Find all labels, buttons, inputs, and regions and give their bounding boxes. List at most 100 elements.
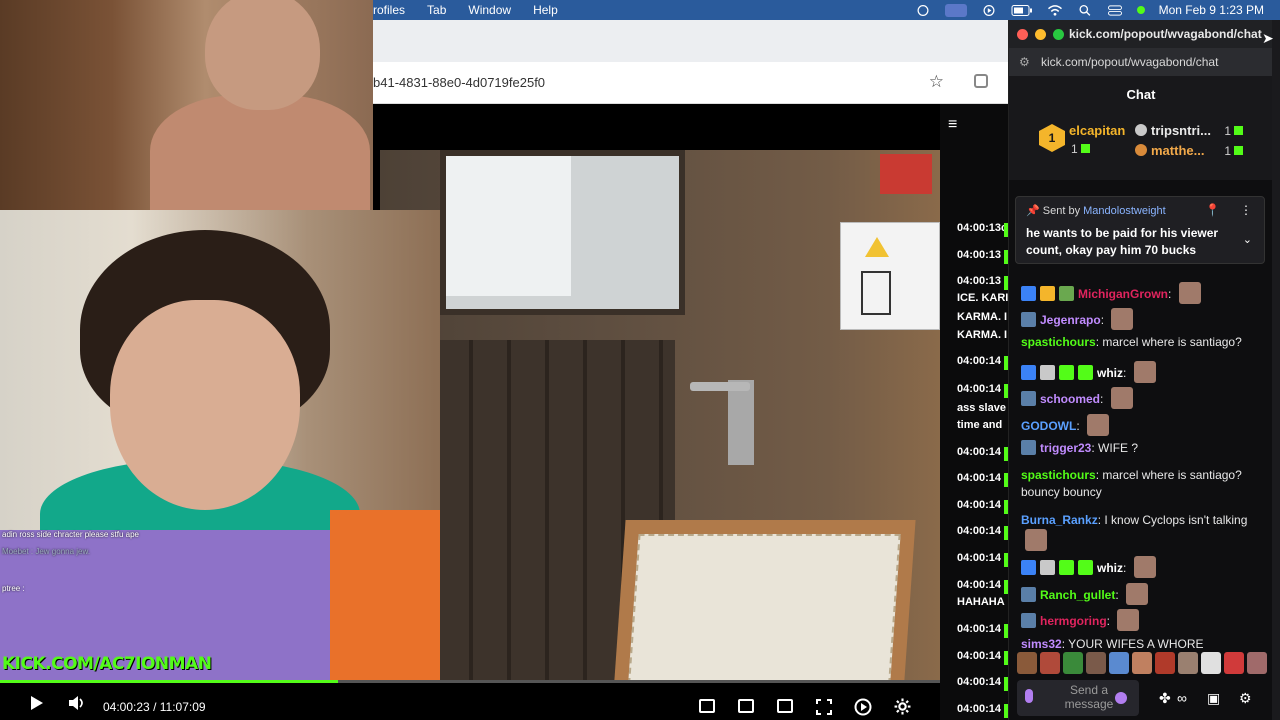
chat-message[interactable]: GODOWL:	[1021, 414, 1263, 436]
clip-icon[interactable]	[738, 699, 754, 713]
chat-username[interactable]: MichiganGrown	[1078, 287, 1168, 301]
chat-message[interactable]: sims32: YOUR WIFES A WHORE	[1021, 636, 1263, 653]
chat-username[interactable]: schoomed	[1040, 392, 1100, 406]
gift-icon	[1080, 144, 1090, 153]
quick-emote-icon[interactable]	[1155, 652, 1175, 674]
miniplayer-icon[interactable]	[699, 699, 715, 713]
quick-emote-icon[interactable]	[1086, 652, 1106, 674]
more-options-icon[interactable]: ⋮	[1240, 203, 1252, 217]
popout-url[interactable]: kick.com/popout/wvagabond/chat	[1041, 55, 1218, 69]
emote-picker-icon[interactable]	[1115, 692, 1127, 704]
menu-tab[interactable]: Tab	[427, 3, 446, 17]
chat-username[interactable]: spastichours	[1021, 468, 1096, 482]
chat-popout-window: kick.com/popout/wvagabond/chat ⚙ kick.co…	[1008, 20, 1272, 720]
quick-emote-icon[interactable]	[1109, 652, 1129, 674]
leaderboard-first-name[interactable]: elcapitan	[1069, 123, 1125, 138]
play-circle-icon[interactable]	[981, 4, 997, 17]
maximize-window-icon[interactable]	[1053, 29, 1064, 40]
window-edge	[1272, 20, 1280, 720]
chat-username[interactable]: Ranch_gullet	[1040, 588, 1115, 602]
chat-message[interactable]: Jegenrapo:	[1021, 308, 1263, 330]
chat-message[interactable]: spastichours: marcel where is santiago? …	[1021, 467, 1263, 501]
quick-emote-icon[interactable]	[1017, 652, 1037, 674]
volume-icon[interactable]	[68, 695, 86, 711]
chat-message[interactable]: whiz:	[1021, 556, 1263, 578]
browser-address-bar[interactable]: b41-4831-88e0-4d0719fe25f0 ☆	[373, 62, 1008, 104]
pin-icon[interactable]: 📍	[1205, 203, 1220, 217]
chat-username[interactable]: GODOWL	[1021, 419, 1076, 433]
battery-icon[interactable]	[1011, 4, 1033, 17]
chat-input-placeholder: Send a message	[1064, 683, 1114, 711]
chevron-down-icon[interactable]: ⌄	[1243, 233, 1252, 246]
user-badge-icon	[1040, 286, 1055, 301]
screen-mirroring-icon[interactable]	[944, 3, 967, 17]
chat-username[interactable]: whiz	[1097, 561, 1123, 575]
quick-emote-icon[interactable]	[1224, 652, 1244, 674]
gift-icon	[1234, 146, 1243, 155]
replay-chat-row: HAHAHA	[957, 596, 1005, 608]
popout-address-bar[interactable]: ⚙ kick.com/popout/wvagabond/chat	[1009, 48, 1272, 76]
site-settings-icon[interactable]: ⚙	[1019, 55, 1030, 69]
chat-message[interactable]: whiz:	[1021, 361, 1263, 383]
settings-gear-icon[interactable]	[894, 698, 911, 715]
second-place-medal-icon	[1135, 124, 1147, 136]
quick-emote-icon[interactable]	[1040, 652, 1060, 674]
user-badge-icon	[1059, 365, 1074, 380]
status-dot-icon	[1136, 6, 1145, 14]
chat-message[interactable]: hermgoring:	[1021, 609, 1263, 631]
chat-message[interactable]: MichiganGrown:	[1021, 282, 1263, 304]
quick-emote-icon[interactable]	[1178, 652, 1198, 674]
gift-icon	[1234, 126, 1243, 135]
replay-chat-row: 04:00:14	[957, 623, 1002, 635]
wifi-icon[interactable]	[1047, 4, 1063, 17]
chat-username[interactable]: whiz	[1097, 366, 1123, 380]
chat-collapse-icon[interactable]: ≡	[948, 116, 957, 134]
menu-window[interactable]: Window	[468, 3, 511, 17]
menu-profiles[interactable]: rofiles	[373, 3, 405, 17]
mic-icon[interactable]	[1025, 689, 1033, 703]
quick-emote-icon[interactable]	[1132, 652, 1152, 674]
chat-username[interactable]: Burna_Rankz	[1021, 513, 1098, 527]
auto-play-icon[interactable]	[854, 698, 872, 716]
chat-username[interactable]: hermgoring	[1040, 614, 1107, 628]
infinity-icon[interactable]: ∞	[1177, 690, 1187, 706]
chat-message[interactable]: schoomed:	[1021, 387, 1263, 409]
minimize-window-icon[interactable]	[1035, 29, 1046, 40]
fullscreen-icon[interactable]	[816, 699, 832, 715]
close-window-icon[interactable]	[1017, 29, 1028, 40]
leaderboard-third[interactable]: matthe...	[1135, 143, 1204, 158]
pinned-message[interactable]: 📌 Sent by Mandolostweight 📍 ⋮ he wants t…	[1015, 196, 1265, 264]
gift-sub-icon[interactable]: ✤	[1159, 690, 1171, 707]
menu-help[interactable]: Help	[533, 3, 558, 17]
chat-input[interactable]: Send a message	[1017, 680, 1139, 716]
chat-message[interactable]: Ranch_gullet:	[1021, 583, 1263, 605]
spotlight-search-icon[interactable]	[1077, 4, 1093, 17]
chat-message[interactable]: Burna_Rankz: I know Cyclops isn't talkin…	[1021, 512, 1263, 551]
pinned-sender[interactable]: Mandolostweight	[1083, 205, 1166, 217]
chair	[614, 520, 916, 680]
extensions-icon[interactable]	[974, 74, 988, 88]
user-switch-icon[interactable]	[915, 4, 931, 17]
leaderboard-second[interactable]: tripsntri...	[1135, 123, 1211, 138]
quick-emote-icon[interactable]	[1063, 652, 1083, 674]
chat-message[interactable]: spastichours: marcel where is santiago?	[1021, 334, 1263, 351]
quick-emote-icon[interactable]	[1201, 652, 1221, 674]
user-badge-icon	[1021, 560, 1036, 575]
chat-username[interactable]: sims32	[1021, 637, 1062, 651]
chat-username[interactable]: trigger23	[1040, 441, 1091, 455]
chat-message-list[interactable]: MichiganGrown: Jegenrapo: spastichours: …	[1009, 266, 1272, 666]
chat-settings-icon[interactable]: ⚙	[1239, 690, 1252, 707]
theater-mode-icon[interactable]	[777, 699, 793, 713]
chat-message[interactable]: trigger23: WIFE ?	[1021, 440, 1263, 457]
play-icon[interactable]	[30, 695, 44, 711]
store-icon[interactable]: ▣	[1207, 690, 1220, 707]
control-center-icon[interactable]	[1107, 4, 1123, 17]
emote-icon	[1025, 529, 1047, 551]
chat-username[interactable]: spastichours	[1021, 335, 1096, 349]
quick-emote-icon[interactable]	[1247, 652, 1267, 674]
menu-bar-clock[interactable]: Mon Feb 9 1:23 PM	[1159, 3, 1264, 17]
replay-chat-row: 04:00:14	[957, 676, 1002, 688]
chat-username[interactable]: Jegenrapo	[1040, 313, 1101, 327]
star-icon[interactable]: ☆	[929, 72, 944, 92]
address-url[interactable]: b41-4831-88e0-4d0719fe25f0	[373, 75, 545, 90]
